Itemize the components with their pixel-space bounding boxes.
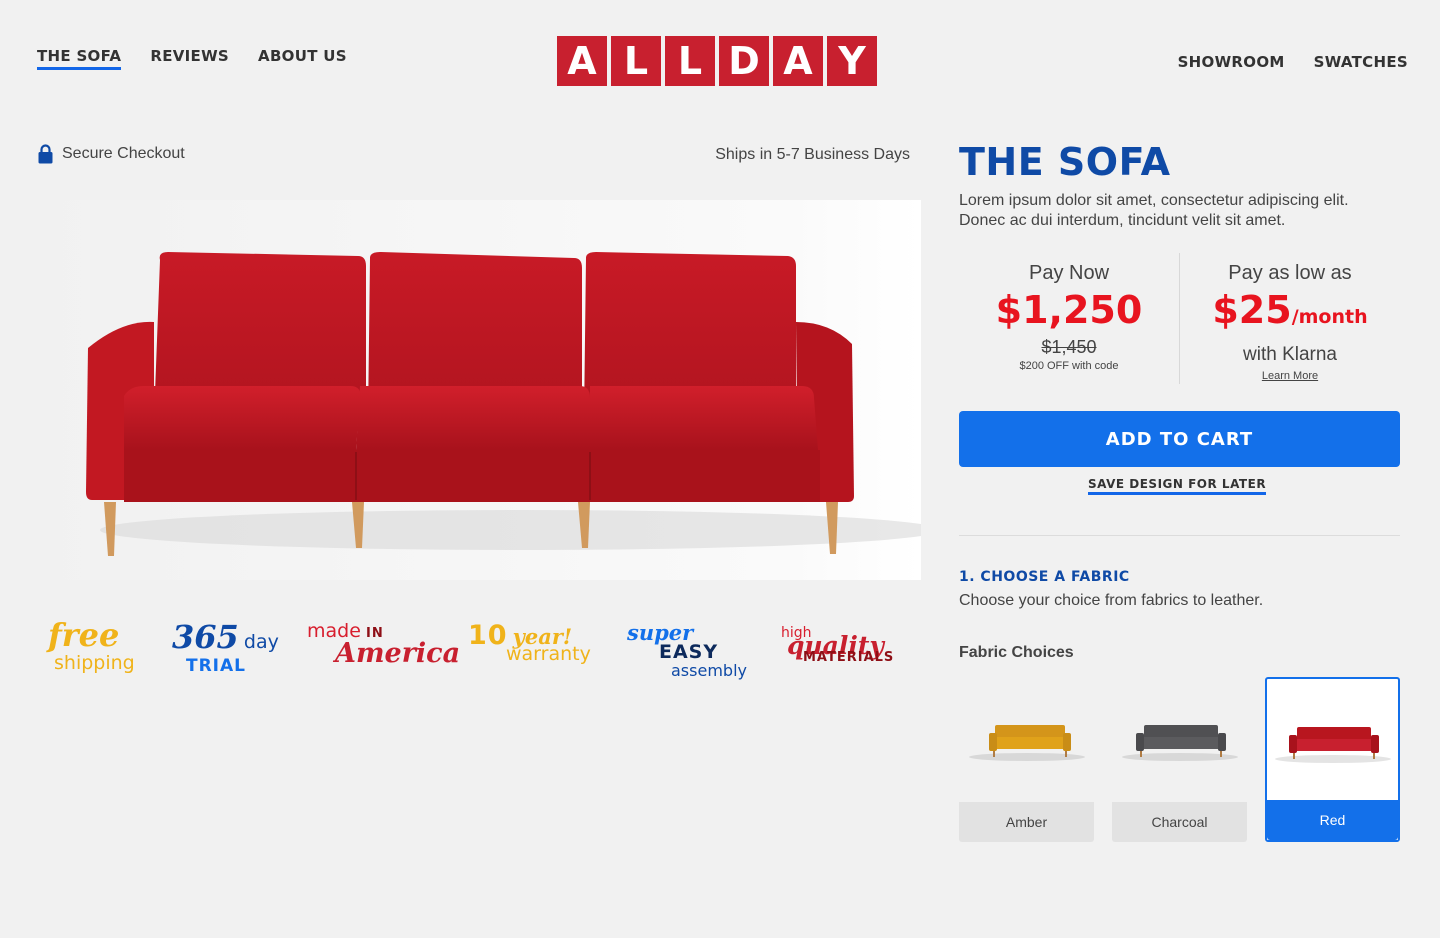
product-title: THE SOFA — [959, 140, 1171, 184]
fabric-choices-label: Fabric Choices — [959, 644, 1074, 661]
shipping-time: Ships in 5-7 Business Days — [715, 146, 910, 163]
logo-letter: Y — [827, 36, 877, 86]
section-divider — [959, 535, 1400, 536]
logo-letter: A — [557, 36, 607, 86]
perk-text: warranty — [506, 643, 591, 665]
lock-icon — [38, 144, 53, 164]
fabric-step-description: Choose your choice from fabrics to leath… — [959, 592, 1264, 609]
perk-text: day — [243, 631, 279, 653]
perk-text: assembly — [671, 661, 747, 680]
sofa-swatch-image — [1274, 726, 1391, 763]
monthly-price-suffix: /month — [1291, 306, 1368, 328]
secondary-nav: SHOWROOM SWATCHES — [1178, 53, 1408, 73]
monthly-price: $25/month — [1180, 287, 1400, 340]
perk-text: EASY — [659, 641, 719, 663]
logo-letter: D — [719, 36, 769, 86]
nav-showroom[interactable]: SHOWROOM — [1178, 53, 1285, 73]
secure-checkout-label: Secure Checkout — [62, 145, 185, 162]
nav-the-sofa[interactable]: THE SOFA — [37, 47, 122, 70]
sofa-swatch-image — [1121, 724, 1238, 761]
fabric-option-red[interactable]: Red — [1265, 677, 1400, 842]
logo-letter: L — [611, 36, 661, 86]
nav-reviews[interactable]: REVIEWS — [150, 47, 229, 70]
fabric-option-label: Amber — [959, 802, 1094, 842]
perk-easy-assembly: super EASY assembly — [627, 620, 747, 680]
fabric-option-charcoal[interactable]: Charcoal — [1112, 677, 1247, 842]
perk-text: free — [48, 616, 120, 654]
save-design-link[interactable]: SAVE DESIGN FOR LATER — [1088, 477, 1267, 495]
logo-letter: A — [773, 36, 823, 86]
logo-letter: L — [665, 36, 715, 86]
perk-text: 365 — [172, 618, 239, 656]
sofa-swatch-image — [968, 724, 1085, 761]
product-description: Lorem ipsum dolor sit amet, consectetur … — [959, 192, 1349, 229]
perk-text: shipping — [54, 652, 135, 674]
perk-text: 10 — [468, 620, 508, 651]
perk-text: TRIAL — [186, 656, 247, 676]
pay-now-column: Pay Now $1,250 $1,450 $200 OFF with code — [959, 253, 1179, 384]
discount-note: $200 OFF with code — [1019, 360, 1119, 372]
perk-warranty: 10 year! warranty — [468, 620, 591, 665]
financing-label: Pay as low as — [1228, 262, 1352, 284]
sale-price: $1,250 — [995, 288, 1143, 332]
learn-more-link[interactable]: Learn More — [1262, 370, 1318, 382]
fabric-step-title: 1. CHOOSE A FABRIC — [959, 569, 1130, 585]
klarna-label: with Klarna — [1243, 344, 1337, 365]
amber-sofa-thumbnail — [959, 677, 1094, 802]
sofa-product-image — [40, 200, 921, 580]
perk-free-shipping: free shipping — [48, 618, 135, 674]
allday-logo[interactable]: A L L D A Y — [557, 36, 877, 86]
fabric-option-amber[interactable]: Amber — [959, 677, 1094, 842]
nav-swatches[interactable]: SWATCHES — [1314, 53, 1408, 73]
perk-text: MATERIALS — [803, 650, 895, 665]
perk-made-in-america: made IN America — [307, 620, 460, 669]
perks-strip: free shipping 365 day TRIAL made IN Amer… — [40, 610, 910, 700]
red-sofa-thumbnail — [1267, 679, 1398, 804]
nav-about-us[interactable]: ABOUT US — [258, 47, 347, 70]
original-price: $1,450 — [1041, 337, 1097, 357]
perk-text: America — [335, 638, 461, 669]
add-to-cart-button[interactable]: ADD TO CART — [959, 411, 1400, 467]
financing-column: Pay as low as $25/month with Klarna Lear… — [1179, 253, 1400, 384]
pay-now-label: Pay Now — [1028, 262, 1110, 284]
primary-nav: THE SOFA REVIEWS ABOUT US — [37, 47, 347, 70]
perk-quality-materials: high quality MATERIALS — [781, 622, 894, 665]
secure-checkout: Secure Checkout — [38, 144, 185, 164]
fabric-option-label: Red — [1267, 800, 1398, 840]
monthly-price-value: $25 — [1212, 288, 1292, 332]
charcoal-sofa-thumbnail — [1112, 677, 1247, 802]
pricing-panel: Pay Now $1,250 $1,450 $200 OFF with code… — [959, 253, 1400, 384]
fabric-option-label: Charcoal — [1112, 802, 1247, 842]
perk-trial: 365 day TRIAL — [172, 618, 279, 676]
